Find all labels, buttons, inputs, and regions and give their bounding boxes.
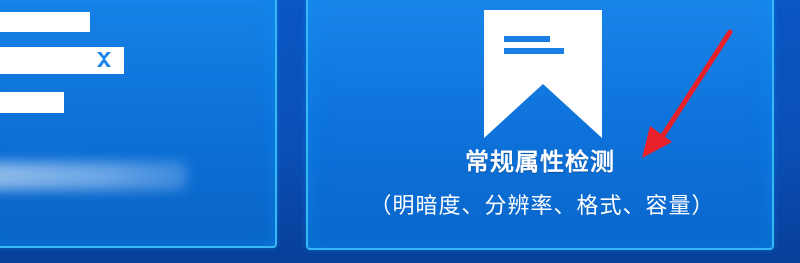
- placeholder-text-bar: [0, 12, 90, 32]
- close-x-icon[interactable]: [92, 48, 116, 72]
- blurred-label: [0, 162, 187, 190]
- bookmark-document-icon: [484, 10, 602, 138]
- card-subtitle: （明暗度、分辨率、格式、容量）: [369, 194, 715, 219]
- left-card[interactable]: [0, 0, 277, 248]
- placeholder-text-bar: [0, 92, 64, 113]
- red-pointer-arrow-icon: [642, 29, 733, 158]
